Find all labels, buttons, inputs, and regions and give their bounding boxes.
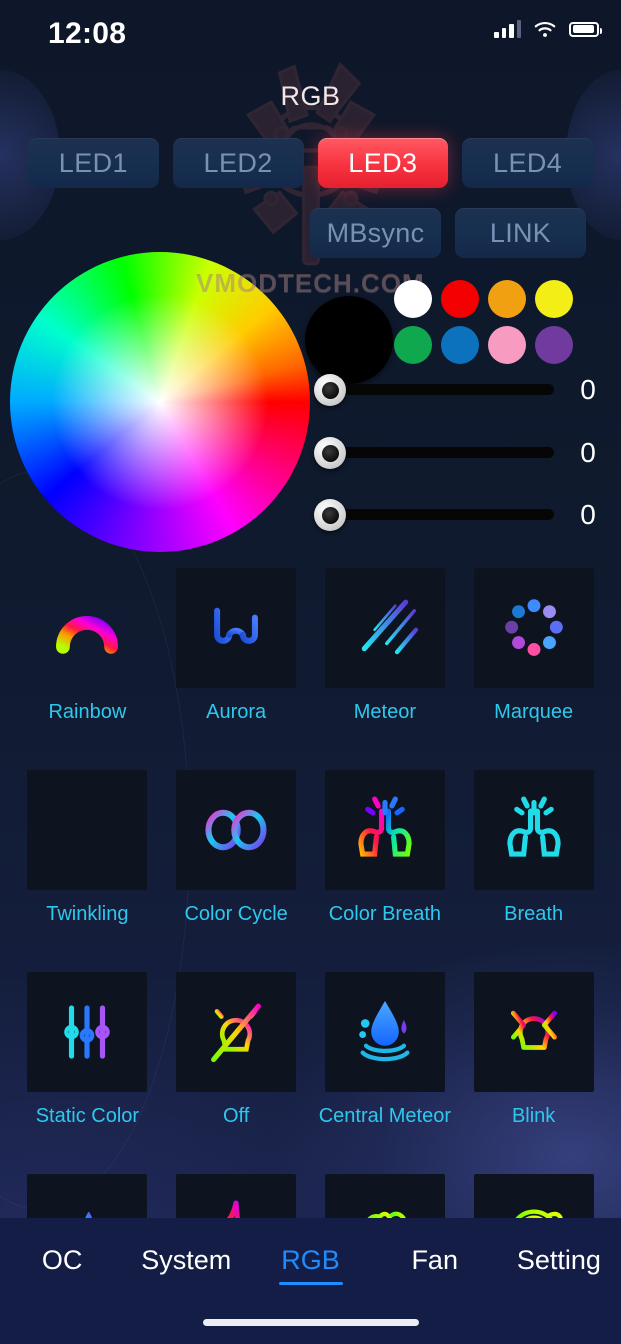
effect-static-color[interactable]: Static Color [13, 972, 162, 1129]
red-slider-track[interactable] [338, 384, 554, 395]
swatch-green[interactable] [394, 326, 432, 364]
green-slider-value: 0 [580, 437, 596, 468]
effect-label: Color Breath [328, 903, 442, 925]
bottom-tab-bar: OC System RGB Fan Setting [0, 1218, 621, 1344]
water-drop-icon [324, 972, 445, 1092]
color-swatch-palette [394, 280, 574, 372]
effect-color-breath[interactable]: Color Breath [311, 770, 460, 927]
effect-rainbow[interactable]: Rainbow [13, 568, 162, 725]
swatch-blue[interactable] [441, 326, 479, 364]
led-zone-buttons: LED1 LED2 LED3 LED4 [28, 138, 593, 188]
effect-label: Blink [511, 1105, 556, 1127]
effect-breath[interactable]: Breath [459, 770, 608, 927]
effects-grid: Rainbow Aurora Meteor Marquee Twinkling … [0, 568, 621, 1305]
tab-label: System [141, 1244, 232, 1275]
sync-buttons: MBsync LINK [310, 208, 593, 258]
red-slider-value: 0 [580, 374, 596, 405]
effect-label: Rainbow [48, 701, 127, 723]
swatch-purple[interactable] [535, 326, 573, 364]
effect-label: Marquee [494, 701, 574, 723]
effect-label: Breath [504, 903, 564, 925]
led-button-2[interactable]: LED2 [172, 138, 304, 188]
effect-label: Twinkling [46, 903, 129, 925]
mbsync-button[interactable]: MBsync [310, 208, 441, 258]
tab-fan[interactable]: Fan [373, 1245, 497, 1276]
led-button-1[interactable]: LED1 [28, 138, 159, 188]
infinity-loop-icon [176, 770, 297, 890]
sliders-icon [27, 972, 148, 1092]
led-button-3[interactable]: LED3 [317, 138, 449, 188]
effects-row: Twinkling Color Cycle Color Breath Breat… [0, 770, 621, 927]
swatch-red[interactable] [441, 280, 479, 318]
effects-row: Static Color Off Central Meteor Blink [0, 972, 621, 1129]
swatch-white[interactable] [394, 280, 432, 318]
wifi-icon [534, 21, 556, 38]
lungs-color-icon [324, 770, 445, 890]
green-slider[interactable]: 0 [310, 433, 600, 473]
blue-slider[interactable]: 0 [310, 495, 600, 535]
effect-label: Static Color [35, 1105, 140, 1127]
effect-label: Color Cycle [184, 903, 288, 925]
home-indicator[interactable] [202, 1319, 419, 1326]
effect-off[interactable]: Off [162, 972, 311, 1129]
status-bar-icons [494, 20, 602, 38]
green-slider-knob[interactable] [314, 437, 346, 469]
lungs-cyan-icon [473, 770, 594, 890]
tab-setting[interactable]: Setting [497, 1245, 621, 1276]
twinkling-bars-icon [27, 770, 148, 890]
bulb-blink-icon [473, 972, 594, 1092]
tab-oc[interactable]: OC [0, 1245, 124, 1276]
effect-label: Aurora [206, 701, 267, 723]
effect-color-cycle[interactable]: Color Cycle [162, 770, 311, 927]
swatch-orange[interactable] [488, 280, 526, 318]
effect-label: Off [222, 1105, 250, 1127]
tab-system[interactable]: System [124, 1245, 248, 1276]
effect-marquee[interactable]: Marquee [459, 568, 608, 725]
swatch-yellow[interactable] [535, 280, 573, 318]
tab-label: RGB [281, 1244, 340, 1275]
effect-central-meteor[interactable]: Central Meteor [311, 972, 460, 1129]
red-slider[interactable]: 0 [310, 370, 600, 410]
effect-meteor[interactable]: Meteor [311, 568, 460, 725]
effects-row: Rainbow Aurora Meteor Marquee [0, 568, 621, 725]
tab-active-underline [278, 1281, 343, 1285]
blue-slider-value: 0 [580, 499, 596, 530]
effect-twinkling[interactable]: Twinkling [13, 770, 162, 927]
tab-label: Setting [516, 1244, 601, 1275]
tab-label: OC [41, 1244, 83, 1275]
effect-aurora[interactable]: Aurora [162, 568, 311, 725]
app-root: 12:08 RGB LED1 LED2 LED3 LED4 MBsync LIN… [0, 0, 621, 1344]
led-button-4[interactable]: LED4 [462, 138, 593, 188]
aurora-wave-icon [176, 568, 297, 688]
blue-slider-knob[interactable] [314, 499, 346, 531]
effect-label: Central Meteor [318, 1105, 452, 1127]
effect-blink[interactable]: Blink [459, 972, 608, 1129]
hsv-color-wheel[interactable] [10, 252, 310, 552]
cellular-signal-icon [494, 20, 521, 38]
status-bar-time: 12:08 [48, 17, 127, 50]
tab-rgb[interactable]: RGB [248, 1244, 372, 1285]
blue-slider-track[interactable] [338, 509, 554, 520]
green-slider-track[interactable] [338, 447, 554, 458]
bulb-off-icon [176, 972, 297, 1092]
battery-icon [569, 21, 602, 37]
status-bar: 12:08 [0, 0, 621, 60]
effect-label: Meteor [353, 701, 416, 723]
page-title: RGB [280, 81, 341, 111]
tab-label: Fan [411, 1244, 458, 1275]
red-slider-knob[interactable] [314, 374, 346, 406]
swatch-pink[interactable] [488, 326, 526, 364]
link-button[interactable]: LINK [455, 208, 586, 258]
marquee-dots-icon [473, 568, 594, 688]
rainbow-arc-icon [27, 568, 147, 688]
meteor-streaks-icon [324, 568, 445, 688]
